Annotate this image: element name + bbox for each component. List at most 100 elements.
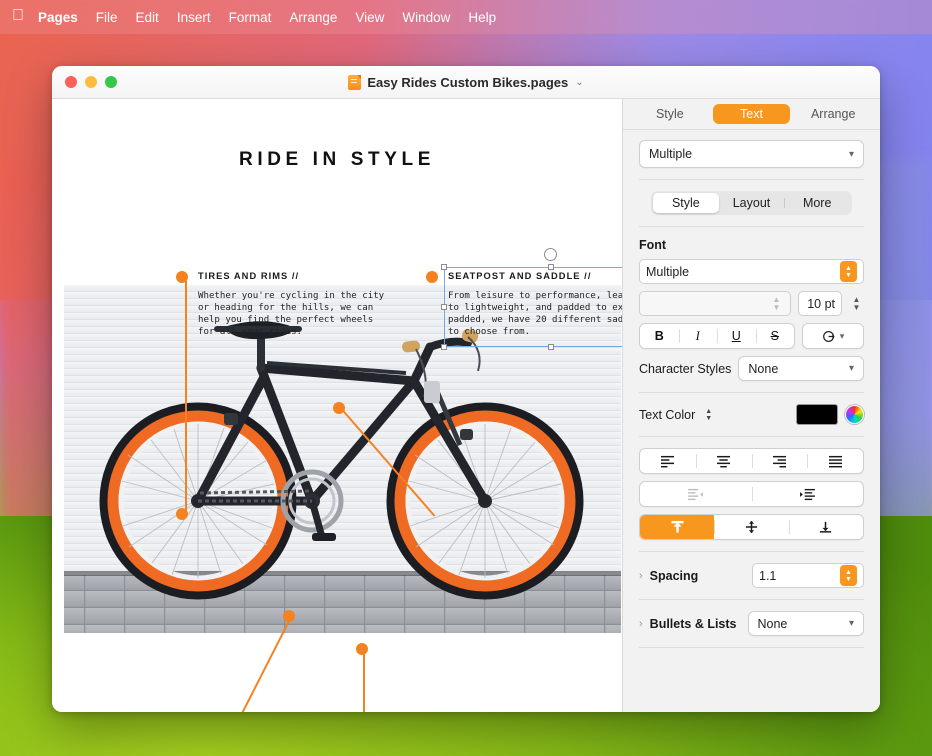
document-page: RIDE IN STYLE: [52, 99, 622, 712]
divider: [639, 599, 864, 600]
text-color-label: Text Color: [639, 408, 695, 422]
paragraph-alignment-buttons: [639, 448, 864, 474]
traffic-lights: [52, 76, 117, 88]
menu-item-edit[interactable]: Edit: [136, 10, 159, 25]
color-wheel-icon[interactable]: [845, 405, 864, 424]
chevron-down-icon[interactable]: ⌄: [575, 77, 583, 88]
align-middle-button[interactable]: [714, 515, 788, 539]
align-top-button[interactable]: [640, 515, 714, 539]
align-left-button[interactable]: [640, 449, 696, 473]
align-right-button[interactable]: [752, 449, 808, 473]
font-size-stepper[interactable]: ▲▼: [849, 291, 864, 316]
align-center-button[interactable]: [696, 449, 752, 473]
bullets-lists-popup[interactable]: None ▾: [748, 611, 865, 636]
callout-dot-pedals-point[interactable]: [356, 643, 368, 655]
window-titlebar[interactable]: Easy Rides Custom Bikes.pages ⌄: [52, 66, 880, 99]
apple-logo-icon[interactable]: : [12, 8, 24, 24]
decrease-indent-button[interactable]: [640, 482, 752, 506]
paragraph-style-popup[interactable]: Multiple ▾: [639, 140, 864, 168]
bullets-lists-value: None: [758, 617, 849, 631]
resize-handle-s[interactable]: [548, 344, 554, 350]
menu-item-format[interactable]: Format: [229, 10, 272, 25]
divider: [639, 226, 864, 227]
italic-button[interactable]: I: [679, 324, 718, 348]
resize-handle-nw[interactable]: [441, 264, 447, 270]
close-button[interactable]: [65, 76, 77, 88]
divider: [639, 551, 864, 552]
leader-line-pedals: [363, 649, 365, 712]
menu-item-view[interactable]: View: [355, 10, 384, 25]
resize-handle-sw[interactable]: [441, 344, 447, 350]
increase-indent-icon: [798, 488, 817, 501]
font-size-field[interactable]: 10 pt: [798, 291, 842, 316]
leader-line-tires: [185, 281, 187, 515]
gear-circle-icon: [822, 329, 837, 344]
chevron-down-icon: ▾: [849, 363, 854, 374]
font-options-button[interactable]: ▾: [802, 323, 864, 349]
text-color-swatch[interactable]: [796, 404, 838, 425]
text-color-stepper-icon[interactable]: ▲▼: [705, 408, 712, 422]
menu-item-arrange[interactable]: Arrange: [289, 10, 337, 25]
font-family-popup[interactable]: Multiple ▲▼: [639, 259, 864, 284]
zoom-button[interactable]: [105, 76, 117, 88]
tab-style[interactable]: Style: [631, 104, 709, 124]
selection-frame-seatpost[interactable]: [444, 267, 622, 347]
segment-more[interactable]: More: [784, 193, 850, 213]
typeface-size-row: ▲▼ 10 pt ▲▼: [639, 291, 864, 316]
style-layout-more-segmented: Style Layout More: [651, 191, 852, 215]
text-block-tires-title: TIRES AND RIMS //: [198, 271, 408, 281]
callout-dot-seatpost-point[interactable]: [333, 402, 345, 414]
callout-dot-tires-point[interactable]: [176, 508, 188, 520]
divider: [639, 179, 864, 180]
segment-style[interactable]: Style: [653, 193, 719, 213]
font-size-value: 10 pt: [807, 297, 835, 311]
minimize-button[interactable]: [85, 76, 97, 88]
font-family-stepper[interactable]: ▲▼: [840, 261, 857, 282]
typeface-popup[interactable]: ▲▼: [639, 291, 791, 316]
align-right-icon: [771, 455, 788, 468]
indent-buttons: [639, 481, 864, 507]
spacing-row: › Spacing 1.1 ▲▼: [639, 563, 864, 588]
spacing-field[interactable]: 1.1 ▲▼: [752, 563, 864, 588]
typeface-stepper[interactable]: ▲▼: [769, 291, 784, 316]
inspector-tabs: Style Text Arrange: [623, 99, 880, 130]
divider: [639, 647, 864, 648]
spacing-value: 1.1: [759, 569, 840, 583]
font-options-icon: ▾: [803, 324, 863, 348]
menu-item-pages[interactable]: Pages: [38, 10, 78, 25]
text-block-tires[interactable]: TIRES AND RIMS // Whether you're cycling…: [198, 271, 408, 338]
rotate-handle[interactable]: [544, 248, 557, 261]
page-title: RIDE IN STYLE: [52, 149, 622, 171]
segment-layout[interactable]: Layout: [719, 193, 785, 213]
strikethrough-button[interactable]: S: [756, 324, 795, 348]
bold-button[interactable]: B: [640, 324, 679, 348]
callout-dot-seatpost-label[interactable]: [426, 271, 438, 283]
callout-dot-tires-label[interactable]: [176, 271, 188, 283]
callout-dot-chain-point[interactable]: [283, 610, 295, 622]
window-title-group: Easy Rides Custom Bikes.pages ⌄: [52, 66, 880, 98]
spacing-label: Spacing: [650, 569, 699, 583]
spacing-stepper[interactable]: ▲▼: [840, 565, 857, 586]
resize-handle-n[interactable]: [548, 264, 554, 270]
menu-item-window[interactable]: Window: [402, 10, 450, 25]
text-block-tires-body: Whether you're cycling in the city or he…: [198, 290, 408, 338]
align-bottom-button[interactable]: [789, 515, 863, 539]
disclosure-triangle-icon[interactable]: ›: [639, 570, 643, 582]
align-top-icon: [670, 520, 685, 534]
document-canvas[interactable]: RIDE IN STYLE: [52, 99, 622, 712]
resize-handle-w[interactable]: [441, 304, 447, 310]
font-style-row: B I U S ▾: [639, 323, 864, 349]
menu-item-help[interactable]: Help: [468, 10, 496, 25]
underline-button[interactable]: U: [717, 324, 756, 348]
character-styles-popup[interactable]: None ▾: [738, 356, 864, 381]
menu-item-insert[interactable]: Insert: [177, 10, 211, 25]
tab-text[interactable]: Text: [713, 104, 791, 124]
align-justify-button[interactable]: [807, 449, 863, 473]
chevron-down-icon: ▾: [849, 149, 854, 160]
increase-indent-button[interactable]: [752, 482, 864, 506]
tab-arrange[interactable]: Arrange: [794, 104, 872, 124]
disclosure-triangle-icon[interactable]: ›: [639, 618, 643, 630]
menu-item-file[interactable]: File: [96, 10, 118, 25]
format-inspector: Style Text Arrange Multiple ▾ Style Layo…: [622, 99, 880, 712]
pages-window: Easy Rides Custom Bikes.pages ⌄ RIDE IN …: [52, 66, 880, 712]
